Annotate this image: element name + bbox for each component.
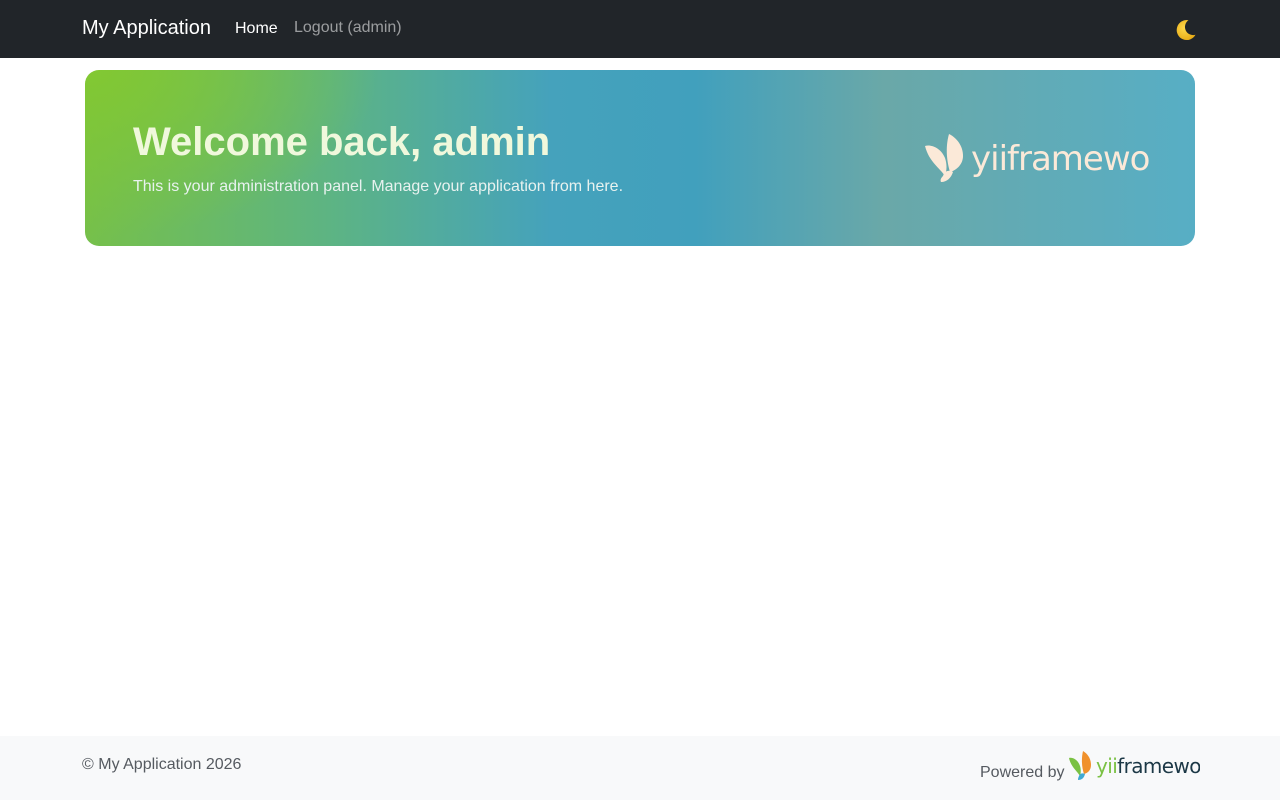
crescent-moon-icon <box>1176 20 1196 41</box>
banner-subtitle: This is your administration panel. Manag… <box>133 178 624 195</box>
nav-link-home[interactable]: Home <box>235 19 278 39</box>
svg-text:yiiframework: yiiframework <box>1096 754 1200 778</box>
page-footer: © My Application 2026 Powered by yiifram… <box>0 736 1280 800</box>
copyright-text: © My Application 2026 <box>82 756 242 773</box>
top-navbar: My Application Home Logout (admin) <box>0 0 1280 58</box>
theme-toggle-button[interactable] <box>1172 17 1198 43</box>
welcome-banner: Welcome back, admin This is your adminis… <box>85 70 1195 246</box>
brand-link[interactable]: My Application <box>82 16 211 40</box>
page-title: Welcome back, admin <box>133 120 551 164</box>
svg-text:yiiframework: yiiframework <box>971 139 1149 179</box>
nav-link-logout[interactable]: Logout (admin) <box>294 18 402 38</box>
yii-logo-icon: yiiframework <box>1069 751 1221 780</box>
yii-framework-logo: yiiframework <box>923 132 1183 193</box>
yii-framework-link[interactable]: yiiframework <box>1068 751 1221 788</box>
powered-by-label: Powered by <box>980 764 1065 781</box>
